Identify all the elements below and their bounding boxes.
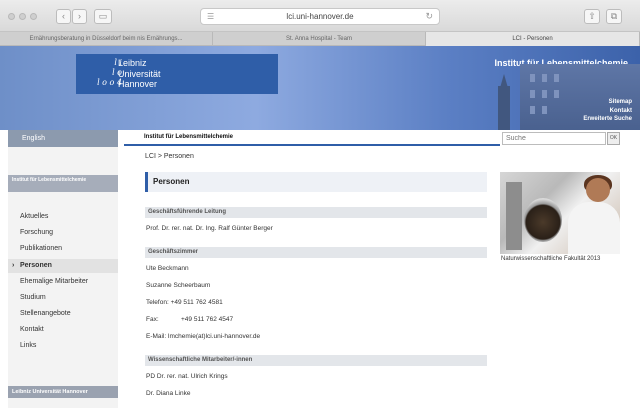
browser-tab-active[interactable]: LCI - Personen [426,32,640,46]
phone-text: Telefon: +49 511 762 4581 [146,299,223,306]
nav-item-kontakt[interactable]: Kontakt [8,323,118,337]
browser-tab[interactable]: Ernährungsberatung in Düsseldorf beim ni… [0,32,213,46]
new-tab-icon[interactable]: ⧉ [606,9,622,24]
minimize-window-icon[interactable] [19,13,26,20]
person-link[interactable]: Suzanne Scheerbaum [146,282,210,289]
nav-item-links[interactable]: Links [8,339,118,353]
email-link[interactable]: E-Mail: lmchemie(at)lci.uni-hannover.de [146,333,260,340]
share-icon[interactable]: ⇧ [584,9,600,24]
logo-line: Leibniz [118,58,147,68]
sidebar-toggle-icon[interactable]: ▭ [94,9,112,24]
nav-item-studium[interactable]: Studium [8,291,118,305]
fax-label: Fax: [146,316,159,323]
search-input[interactable] [502,132,606,145]
person-link[interactable]: Dr. Diana Linke [146,390,190,397]
url-text: lci.uni-hannover.de [286,12,354,21]
back-icon[interactable]: ‹ [56,9,71,24]
reader-icon[interactable]: ☰ [207,9,214,24]
nav-heading[interactable]: Institut für Lebensmittelchemie [8,175,118,192]
address-bar[interactable]: ☰ lci.uni-hannover.de ↻ [200,8,440,25]
browser-toolbar: ‹ › ▭ ☰ lci.uni-hannover.de ↻ ⇧ ⧉ [0,0,640,32]
logo-text: Leibniz Universität Hannover [118,58,161,90]
university-logo[interactable]: l i l o l o o 4 Leibniz Universität Hann… [76,54,278,94]
nav-item-forschung[interactable]: Forschung [8,226,118,240]
logo-mark: l i l o l o o 4 [82,58,122,90]
advanced-search-link[interactable]: Erweiterte Suche [583,115,632,124]
person-link[interactable]: Prof. Dr. rer. nat. Dr. Ing. Ralf Günter… [146,225,273,232]
maximize-window-icon[interactable] [30,13,37,20]
breadcrumb[interactable]: LCI > Personen [145,153,194,160]
nav-item-aktuelles[interactable]: Aktuelles [8,210,118,224]
nav-item-personen[interactable]: Personen [8,259,118,273]
logo-line: Universität [118,68,161,79]
institute-crumb[interactable]: Institut für Lebensmittelchemie [124,131,500,146]
section-heading-office: Geschäftszimmer [145,247,487,258]
nav-item-stellenangebote[interactable]: Stellenangebote [8,307,118,321]
section-heading-leitung: Geschäftsführende Leitung [145,207,487,218]
logo-mark-line: l o [112,68,122,77]
site-header: l i l o l o o 4 Leibniz Universität Hann… [0,46,640,130]
logo-mark-line: l o o 4 [97,78,122,87]
section-heading-staff: Wissenschaftliche Mitarbeiter/-innen [145,355,487,366]
page-title: Personen [145,172,487,192]
kontakt-link[interactable]: Kontakt [583,107,632,116]
close-window-icon[interactable] [8,13,15,20]
person-link[interactable]: PD Dr. rer. nat. Ulrich Krings [146,373,228,380]
nav-item-publikationen[interactable]: Publikationen [8,242,118,256]
logo-line: Hannover [118,79,158,89]
header-links: Sitemap Kontakt Erweiterte Suche [583,98,632,124]
reload-icon[interactable]: ↻ [425,9,433,24]
faculty-photo[interactable] [500,172,620,254]
fax-number: +49 511 762 4547 [181,316,234,323]
search-button[interactable]: OK [607,132,620,145]
language-link[interactable]: English [8,130,118,147]
logo-mark-line: l i [114,58,122,67]
browser-tab[interactable]: St. Anna Hospital - Team [213,32,426,46]
person-link[interactable]: Ute Beckmann [146,265,189,272]
forward-icon[interactable]: › [72,9,87,24]
photo-caption: Naturwissenschaftliche Fakultät 2013 [501,256,601,262]
sitemap-link[interactable]: Sitemap [583,98,632,107]
tab-bar: Ernährungsberatung in Düsseldorf beim ni… [0,32,640,46]
nav-item-ehemalige[interactable]: Ehemalige Mitarbeiter [8,275,118,289]
nav-footer-link[interactable]: Leibniz Universität Hannover [8,386,118,398]
